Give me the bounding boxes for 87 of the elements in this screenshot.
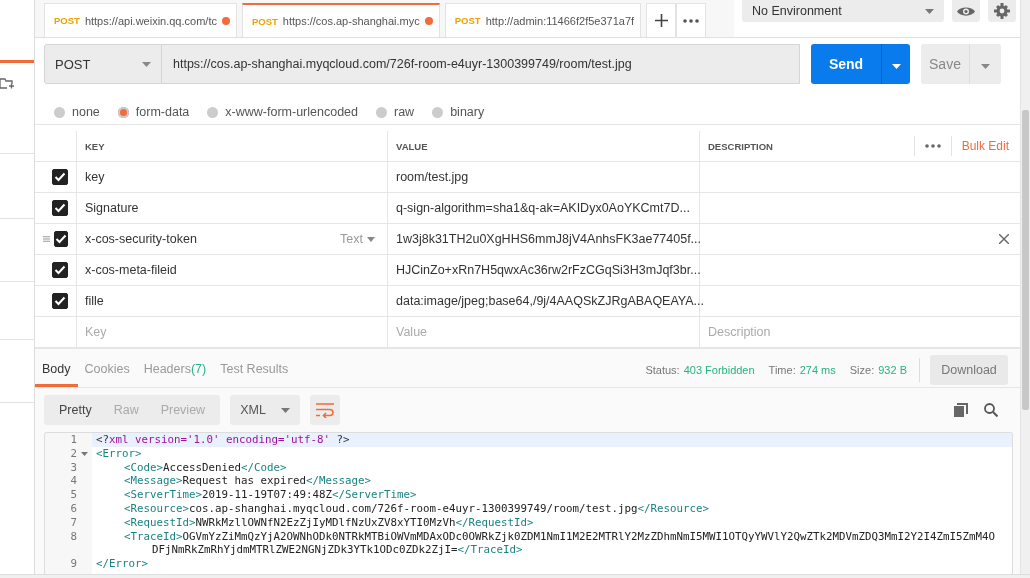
line-number: 6 bbox=[70, 502, 77, 516]
search-icon[interactable] bbox=[984, 403, 998, 417]
value-cell[interactable]: HJCinZo+xRn7H5qwxAc36rw2rFzCGqSi3H3mJqf3br... bbox=[396, 263, 701, 277]
code-line: <RequestId>NWRkMzllOWNfN2EzZjIyMDlfNzUxZV8xYTI0MzVh</RequestId> bbox=[124, 515, 534, 529]
value-cell[interactable]: data:image/jpeg;base64,/9j/4AAQSkZJRgABAQEAYA... bbox=[396, 294, 705, 308]
line-number: 5 bbox=[70, 488, 77, 502]
line-number: 8 bbox=[70, 529, 77, 544]
checkbox[interactable] bbox=[52, 169, 68, 185]
close-icon[interactable] bbox=[999, 234, 1009, 244]
send-options-button[interactable] bbox=[881, 44, 910, 84]
method-dropdown[interactable]: POST bbox=[44, 44, 162, 84]
code-line: <Error> bbox=[96, 446, 142, 460]
checkbox[interactable] bbox=[52, 293, 68, 309]
wrap-lines-icon bbox=[316, 402, 335, 418]
body-type-radio[interactable]: x-www-form-urlencoded bbox=[207, 100, 358, 124]
download-button[interactable]: Download bbox=[930, 355, 1008, 385]
add-folder-icon[interactable] bbox=[0, 77, 14, 91]
code-line: <?xml version='1.0' encoding='utf-8' ?> bbox=[96, 433, 350, 446]
format-dropdown[interactable]: XML bbox=[230, 395, 301, 425]
column-header: KEY bbox=[85, 140, 105, 152]
request-tab[interactable]: POST https://api.weixin.qq.com/tc bbox=[44, 3, 237, 37]
request-tab[interactable]: POST http://admin:11466f2f5e371a7f bbox=[444, 3, 642, 37]
fold-caret-icon[interactable] bbox=[81, 451, 88, 456]
key-cell[interactable]: fille bbox=[85, 294, 104, 308]
code-line: <Message>Request has expired</Message> bbox=[124, 474, 372, 488]
wrap-button[interactable] bbox=[310, 395, 341, 425]
more-icon bbox=[683, 18, 700, 23]
line-number: 7 bbox=[70, 515, 77, 530]
line-number: 3 bbox=[70, 460, 77, 475]
description-field[interactable]: Description bbox=[708, 325, 1009, 339]
new-tab-button[interactable] bbox=[646, 3, 677, 37]
url-field[interactable]: https://cos.ap-shanghai.myqcloud.com/726f-room-e4uyr-1300399749/room/test.jpg bbox=[162, 44, 800, 84]
stat-value: 274 ms bbox=[799, 364, 836, 376]
caret-icon bbox=[925, 8, 934, 14]
key-cell[interactable]: key bbox=[85, 170, 105, 184]
drag-handle-icon[interactable] bbox=[43, 235, 50, 243]
key-cell[interactable]: x-cos-meta-fileid bbox=[85, 263, 177, 277]
checkbox[interactable] bbox=[52, 262, 68, 278]
response-tab[interactable]: Body bbox=[35, 353, 78, 387]
code-line: </Error> bbox=[96, 557, 148, 571]
key-cell[interactable]: Signature bbox=[85, 201, 139, 215]
eye-button[interactable] bbox=[952, 0, 980, 22]
value-cell[interactable]: q-sign-algorithm=sha1&q-ak=AKIDyx0AoYKCmt7D... bbox=[396, 201, 690, 215]
stat-label: Time: bbox=[768, 364, 796, 376]
stat-value: 932 B bbox=[878, 364, 907, 376]
copy-icon[interactable] bbox=[954, 403, 968, 417]
code-line: <Code>AccessDenied</Code> bbox=[124, 460, 287, 474]
column-header: DESCRIPTION bbox=[708, 140, 773, 152]
line-number: 2 bbox=[70, 446, 77, 461]
eye-icon bbox=[957, 5, 975, 17]
stat-value: 403 Forbidden bbox=[683, 364, 755, 376]
more-icon[interactable] bbox=[924, 144, 941, 148]
line-number: 4 bbox=[70, 474, 77, 489]
caret-icon bbox=[891, 63, 901, 69]
caret-icon bbox=[981, 63, 990, 69]
code-line: <TraceId>OGVmYzZiMmQzYjA2OWNhODk0NTRkMTBiOWVmMDAxODc0OWRkZjk0ZDM1NmI1M2E2MTRlY2MzZDhmNmI5MWI1OTQyYWVlY2QwZTk2MDVmZDQ3MmI2Y2I4ZmI5ZmM4O bbox=[124, 529, 996, 543]
value-cell[interactable]: room/test.jpg bbox=[396, 170, 469, 184]
body-type-radio[interactable]: binary bbox=[432, 100, 485, 124]
request-tab[interactable]: POST https://cos.ap-shanghai.myc bbox=[241, 3, 440, 37]
code-line: <Resource>cos.ap-shanghai.myqcloud.com/726f-room-e4uyr-1300399749/room/test.jpg</Resource> bbox=[124, 502, 710, 515]
body-type-radio[interactable]: raw bbox=[376, 100, 415, 124]
scrollbar-thumb[interactable] bbox=[1022, 110, 1029, 410]
code-editor[interactable] bbox=[44, 432, 1013, 574]
plus-icon bbox=[654, 14, 668, 27]
settings-button[interactable] bbox=[988, 0, 1016, 22]
key-field[interactable]: Key bbox=[85, 325, 379, 339]
body-type-radio[interactable]: none bbox=[54, 100, 100, 124]
view-tab[interactable]: Pretty bbox=[48, 395, 103, 425]
checkbox[interactable] bbox=[52, 200, 68, 216]
line-number: 1 bbox=[70, 433, 77, 447]
code-line: DFjNmRkZmRhYjdmMTRlZWE2NGNjZDk3YTk1ODc0ZDk2ZjI=</TraceId> bbox=[152, 543, 523, 557]
line-number: 9 bbox=[70, 557, 77, 571]
checkbox[interactable] bbox=[54, 231, 68, 247]
caret-icon bbox=[281, 407, 291, 413]
caret-icon bbox=[142, 61, 151, 67]
caret-icon bbox=[367, 236, 375, 242]
settings-icon bbox=[994, 3, 1010, 19]
column-header: VALUE bbox=[396, 140, 428, 152]
value-field[interactable]: Value bbox=[396, 325, 691, 339]
stat-label: Size: bbox=[849, 364, 875, 376]
key-cell[interactable]: x-cos-security-token bbox=[85, 232, 197, 246]
environment-dropdown[interactable]: No Environment bbox=[742, 0, 944, 22]
value-cell[interactable]: 1w3j8k31TH2u0XgHHS6mmJ8jV4AnhsFK3ae77405f... bbox=[396, 232, 702, 246]
code-line: <ServerTime>2019-11-19T07:49:48Z</ServerTime> bbox=[124, 488, 417, 502]
stat-label: Status: bbox=[645, 364, 680, 376]
body-type-radio[interactable]: form-data bbox=[117, 100, 190, 124]
send-button[interactable]: Send bbox=[811, 44, 881, 84]
